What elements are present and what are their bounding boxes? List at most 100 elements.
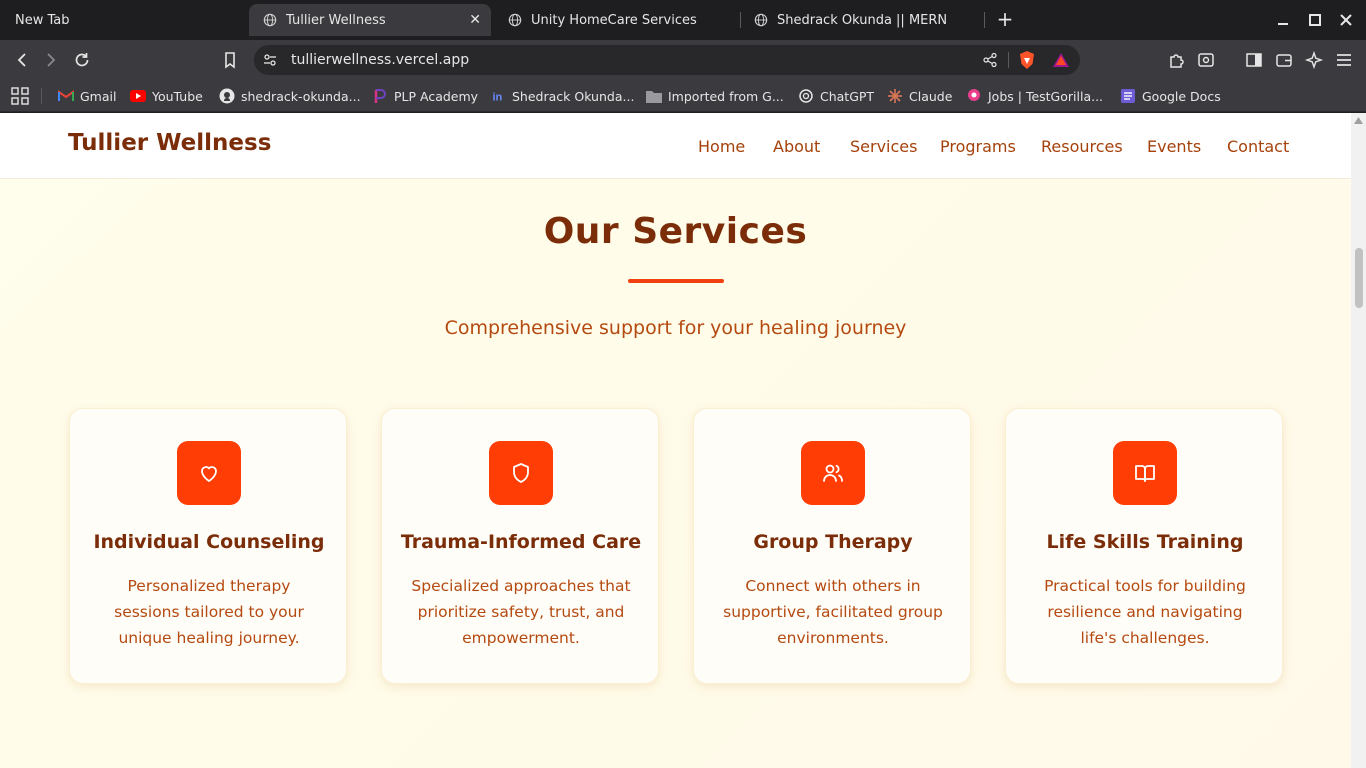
tab-label: Tullier Wellness (286, 12, 386, 28)
address-bar[interactable]: tullierwellness.vercel.app (254, 45, 1080, 75)
heart-icon (177, 441, 241, 505)
url-text: tullierwellness.vercel.app (291, 52, 470, 68)
bookmark-label: Imported from G... (668, 88, 784, 104)
tab-new-tab[interactable]: New Tab (15, 0, 70, 40)
reload-icon[interactable] (72, 50, 92, 70)
card-description: Personalized therapy sessions tailored t… (114, 577, 304, 647)
bookmark-gmail[interactable]: Gmail (58, 86, 116, 106)
users-icon (801, 441, 865, 505)
close-icon[interactable]: ✕ (469, 12, 481, 28)
nav-about[interactable]: About (773, 137, 820, 156)
sidebar-icon[interactable] (1244, 50, 1264, 70)
tab-label: New Tab (15, 12, 70, 28)
google-docs-icon (1120, 88, 1136, 104)
title-underline (628, 279, 724, 283)
youtube-icon (130, 88, 146, 104)
bookmark-google-docs[interactable]: Google Docs (1120, 86, 1221, 106)
section-subtitle: Comprehensive support for your healing j… (444, 317, 907, 339)
nav-services[interactable]: Services (850, 137, 917, 156)
svg-text:in: in (493, 92, 503, 104)
brave-rewards-icon[interactable] (1052, 51, 1070, 69)
card-title: Life Skills Training (1046, 531, 1244, 553)
browser-tab-strip: New Tab Tullier Wellness ✕ Unity HomeCar… (0, 0, 1366, 40)
bookmark-chatgpt[interactable]: ChatGPT (798, 86, 874, 106)
card-title: Group Therapy (753, 531, 913, 553)
bookmark-label: YouTube (152, 88, 203, 104)
tab-unity-homecare[interactable]: Unity HomeCare Services (508, 0, 697, 40)
page-viewport: Tullier Wellness Home About Services Pro… (0, 113, 1351, 768)
gmail-icon (58, 88, 74, 104)
bookmark-claude[interactable]: Claude (887, 86, 952, 106)
leo-ai-icon[interactable] (1304, 50, 1324, 70)
nav-contact[interactable]: Contact (1227, 137, 1289, 156)
bookmark-label: Shedrack Okunda... (512, 88, 635, 104)
bookmark-label: Claude (909, 88, 953, 104)
card-description: Connect with others in supportive, facil… (723, 577, 943, 647)
scrollbar-thumb[interactable] (1355, 248, 1363, 308)
tab-shedrack-mern[interactable]: Shedrack Okunda || MERN (754, 0, 947, 40)
reader-mode-icon[interactable] (1196, 50, 1216, 70)
nav-programs[interactable]: Programs (940, 137, 1016, 156)
back-arrow-icon[interactable] (12, 50, 32, 70)
tab-label: Shedrack Okunda || MERN (777, 12, 948, 28)
tab-tullier-wellness[interactable]: Tullier Wellness ✕ (249, 4, 491, 36)
bookmark-label: shedrack-okunda... (241, 88, 361, 104)
apps-grid-icon[interactable] (11, 87, 29, 105)
testgorilla-icon (966, 88, 982, 104)
section-title: Our Services (543, 211, 808, 252)
bookmark-label: PLP Academy (394, 88, 479, 104)
bookmark-label: ChatGPT (820, 88, 875, 104)
window-close-icon[interactable] (1336, 10, 1356, 30)
tab-separator (740, 12, 741, 28)
chatgpt-icon (798, 88, 814, 104)
tab-label: Unity HomeCare Services (531, 12, 697, 28)
forward-arrow-icon[interactable] (41, 50, 61, 70)
bookmark-testgorilla[interactable]: Jobs | TestGorilla... (966, 86, 1103, 106)
globe-icon (754, 13, 768, 27)
bookmarks-divider (41, 88, 42, 104)
service-card-trauma-informed-care[interactable]: Trauma-Informed Care Specialized approac… (381, 408, 659, 684)
card-description: Practical tools for building resilience … (1044, 577, 1246, 647)
bookmark-label: Jobs | TestGorilla... (988, 88, 1104, 104)
claude-icon (887, 88, 903, 104)
bookmark-label: Google Docs (1142, 88, 1221, 104)
linkedin-icon: in (490, 88, 506, 104)
shield-icon (489, 441, 553, 505)
bookmark-youtube[interactable]: YouTube (130, 86, 203, 106)
plp-icon (372, 88, 388, 104)
service-card-life-skills-training[interactable]: Life Skills Training Practical tools for… (1005, 408, 1283, 684)
scroll-up-arrow-icon[interactable] (1354, 117, 1363, 124)
site-settings-icon[interactable] (262, 52, 278, 68)
page-scrollbar[interactable] (1351, 113, 1366, 768)
brave-shields-icon[interactable] (1018, 50, 1036, 70)
menu-icon[interactable] (1334, 50, 1354, 70)
folder-icon (646, 88, 662, 104)
minimize-icon[interactable] (1273, 10, 1293, 30)
share-icon[interactable] (982, 52, 998, 68)
github-icon (219, 88, 235, 104)
nav-events[interactable]: Events (1147, 137, 1201, 156)
nav-resources[interactable]: Resources (1041, 137, 1123, 156)
nav-home[interactable]: Home (698, 137, 745, 156)
bookmark-linkedin[interactable]: in Shedrack Okunda... (490, 86, 634, 106)
globe-icon (263, 13, 277, 27)
extensions-icon[interactable] (1167, 50, 1187, 70)
site-header: Tullier Wellness Home About Services Pro… (0, 113, 1351, 179)
site-logo[interactable]: Tullier Wellness (68, 130, 271, 156)
service-card-individual-counseling[interactable]: Individual Counseling Personalized thera… (69, 408, 347, 684)
bookmark-plp-academy[interactable]: PLP Academy (372, 86, 478, 106)
bookmark-imported-folder[interactable]: Imported from G... (646, 86, 784, 106)
bookmark-icon[interactable] (220, 50, 240, 70)
service-card-group-therapy[interactable]: Group Therapy Connect with others in sup… (693, 408, 971, 684)
tab-separator (984, 12, 985, 28)
bookmark-label: Gmail (80, 88, 117, 104)
urlbar-divider (1008, 52, 1009, 68)
wallet-icon[interactable] (1274, 50, 1294, 70)
new-tab-plus-icon[interactable]: + (994, 8, 1016, 30)
maximize-icon[interactable] (1305, 10, 1325, 30)
book-open-icon (1113, 441, 1177, 505)
card-description: Specialized approaches that prioritize s… (411, 577, 631, 647)
bookmark-github[interactable]: shedrack-okunda... (219, 86, 361, 106)
card-title: Individual Counseling (93, 531, 325, 553)
card-title: Trauma-Informed Care (400, 531, 642, 553)
